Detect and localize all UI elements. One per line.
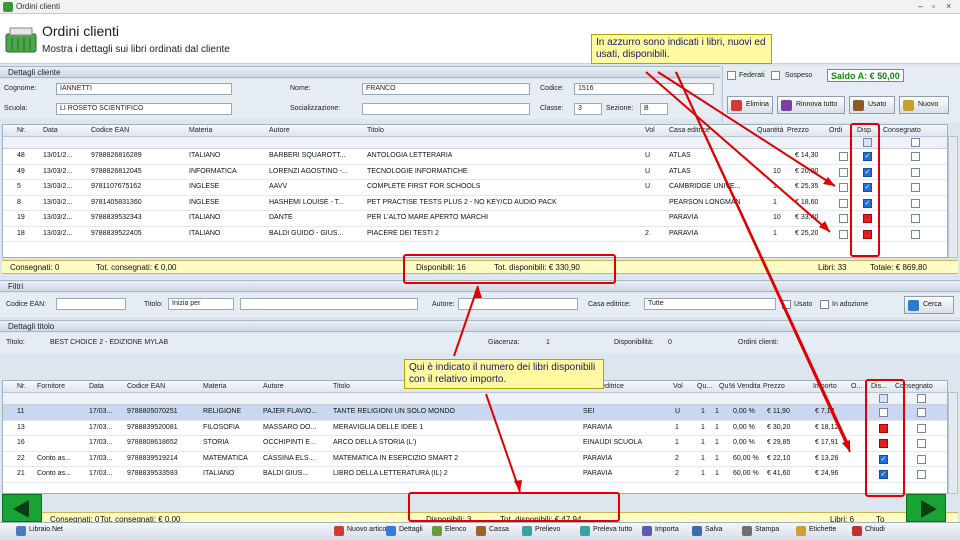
title-disp-column-highlight bbox=[865, 379, 905, 497]
arrow-line bbox=[485, 393, 521, 493]
arrowhead bbox=[842, 440, 850, 452]
title-disponibili-highlight bbox=[408, 492, 620, 522]
annotation-callout-top: In azzurro sono indicati i libri, nuovi … bbox=[591, 34, 772, 64]
disp-column-highlight bbox=[850, 123, 880, 257]
arrowhead bbox=[514, 480, 522, 492]
disponibili-highlight bbox=[403, 254, 616, 284]
arrow-line bbox=[453, 285, 479, 357]
arrow-line bbox=[675, 71, 851, 453]
annotation-callout-middle: Qui è indicato il numero dei libri dispo… bbox=[404, 359, 604, 389]
